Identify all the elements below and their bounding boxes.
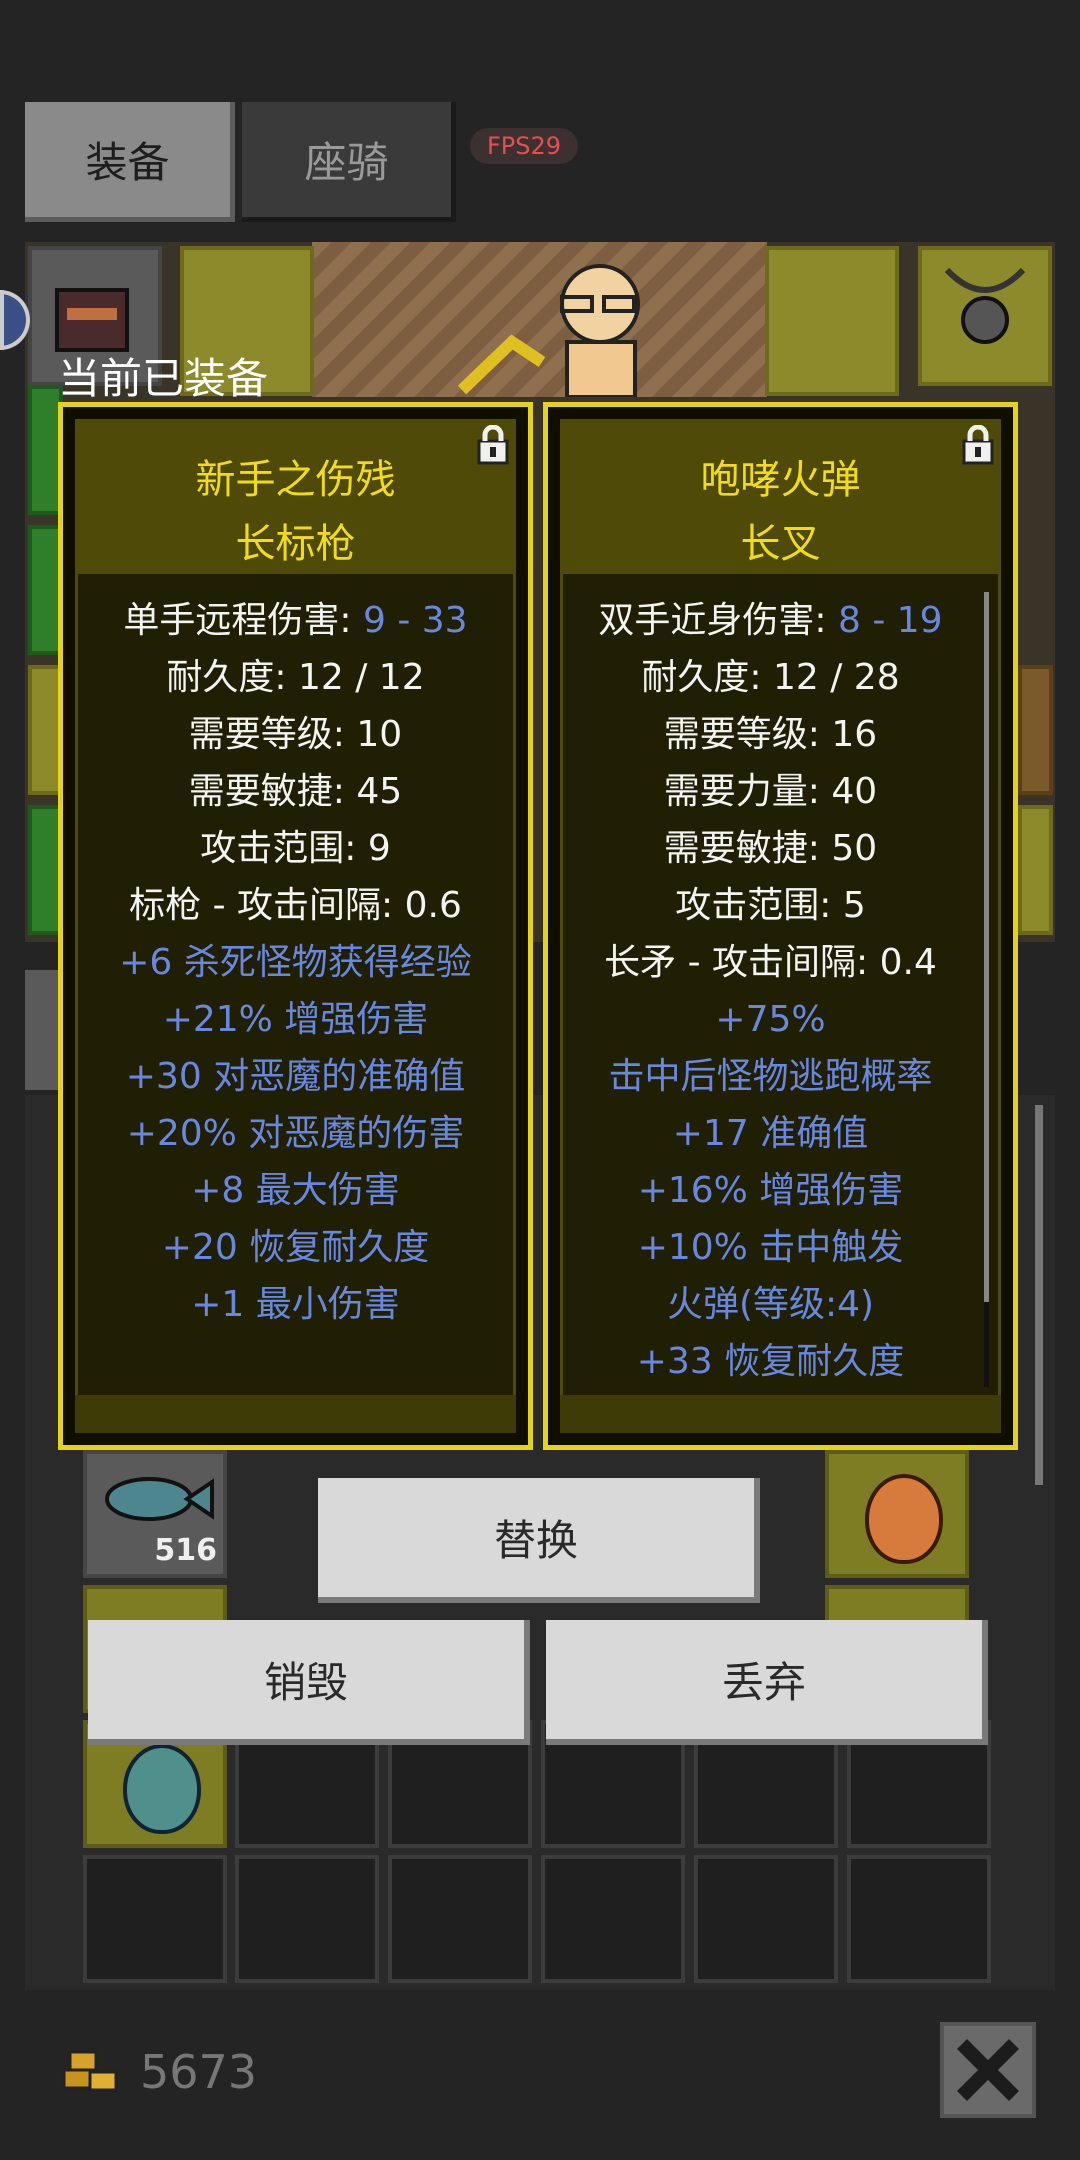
affix-line: +6 杀死怪物获得经验 [119, 942, 472, 983]
item-title-area: 咆哮火弹 长叉 [560, 419, 1001, 574]
stat-damage: 单手远程伤害: 9 - 33 [63, 592, 528, 649]
equip-slot-right-3[interactable] [1018, 665, 1053, 795]
affix-line: +20 恢复耐久度 [161, 1227, 430, 1268]
gold-coins-icon [62, 2050, 118, 2092]
close-icon [957, 2039, 1019, 2101]
affix-line: +21% 增强伤害 [162, 999, 429, 1040]
inventory-slot-empty[interactable] [235, 1855, 379, 1983]
stat-line: 标枪 - 攻击间隔: 0.6 [129, 885, 462, 926]
stat-line: 耐久度: 12 / 28 [641, 657, 900, 698]
tab-equipment[interactable]: 装备 [25, 102, 235, 222]
egg-icon [865, 1474, 943, 1564]
equip-slot-amulet[interactable] [918, 246, 1052, 386]
affix-line: +33 恢复耐久度 [636, 1341, 905, 1382]
item-stats: 双手近身伤害: 8 - 19 耐久度: 12 / 28 需要等级: 16 需要力… [548, 592, 993, 1390]
panel-footer [75, 1395, 516, 1433]
discard-button[interactable]: 丢弃 [546, 1620, 988, 1745]
fps-badge: FPS29 [470, 128, 578, 164]
inventory-side-tab[interactable] [25, 970, 60, 1090]
tab-mount[interactable]: 座骑 [242, 102, 456, 222]
close-button[interactable] [940, 2022, 1036, 2118]
stat-line: 耐久度: 12 / 12 [166, 657, 425, 698]
stat-damage-value: 8 - 19 [837, 600, 943, 641]
inventory-scrollbar[interactable] [1035, 1105, 1043, 1485]
inventory-slot-empty[interactable] [83, 1855, 227, 1983]
affix-line: +30 对恶魔的准确值 [125, 1056, 466, 1097]
item-name-line1: 新手之伤残 [195, 457, 396, 503]
stat-line: 攻击范围: 5 [675, 885, 866, 926]
inventory-slot-egg-1[interactable] [825, 1450, 969, 1578]
stats-scrollbar[interactable] [984, 592, 989, 1387]
equip-slot-offhand[interactable] [765, 246, 899, 396]
stat-line: 需要等级: 16 [663, 714, 878, 755]
affix-line: +16% 增强伤害 [637, 1170, 904, 1211]
stat-line: 需要力量: 40 [663, 771, 878, 812]
stat-line: 攻击范围: 9 [200, 828, 391, 869]
destroy-button[interactable]: 销毁 [88, 1620, 530, 1745]
lock-icon[interactable] [476, 425, 510, 465]
stat-line: 需要敏捷: 50 [663, 828, 878, 869]
affix-line: +8 最大伤害 [191, 1170, 400, 1211]
item-name-line2: 长叉 [740, 521, 821, 567]
inventory-slot-fish[interactable]: 516 [83, 1450, 227, 1578]
item-name-line1: 咆哮火弹 [700, 457, 861, 503]
lock-icon[interactable] [961, 425, 995, 465]
currently-equipped-label: 当前已装备 [58, 354, 269, 403]
equip-slot-right-4[interactable] [1018, 805, 1053, 935]
item-title-area: 新手之伤残 长标枪 [75, 419, 516, 574]
fish-count: 516 [154, 1533, 217, 1568]
inventory-slot-empty[interactable] [847, 1855, 991, 1983]
inventory-slot-empty[interactable] [694, 1855, 838, 1983]
affix-line: +17 准确值 [672, 1113, 869, 1154]
stat-line: 需要等级: 10 [188, 714, 403, 755]
character-scene [312, 242, 767, 399]
affix-line: +20% 对恶魔的伤害 [126, 1113, 465, 1154]
new-item-panel: 咆哮火弹 长叉 双手近身伤害: 8 - 19 耐久度: 12 / 28 需要等级… [543, 402, 1018, 1450]
item-stats: 单手远程伤害: 9 - 33 耐久度: 12 / 12 需要等级: 10 需要敏… [63, 592, 528, 1333]
scrollbar-thumb[interactable] [984, 592, 989, 1302]
affix-line: 火弹(等级:4) [666, 1284, 875, 1325]
affix-line: 击中后怪物逃跑概率 [608, 1056, 933, 1097]
panel-footer [560, 1395, 1001, 1433]
character-sprite-icon [457, 264, 640, 399]
egg-icon [123, 1744, 201, 1834]
equipped-item-panel: 新手之伤残 长标枪 单手远程伤害: 9 - 33 耐久度: 12 / 12 需要… [58, 402, 533, 1450]
affix-line: +1 最小伤害 [191, 1284, 400, 1325]
inventory-slot-empty[interactable] [388, 1855, 532, 1983]
amulet-icon [944, 267, 1026, 344]
affix-line: +75% [715, 999, 826, 1040]
stat-damage-label: 单手远程伤害: [123, 600, 363, 641]
gold-amount: 5673 [140, 2045, 258, 2099]
stat-damage: 双手近身伤害: 8 - 19 [548, 592, 993, 649]
replace-button[interactable]: 替换 [318, 1478, 760, 1603]
stat-damage-value: 9 - 33 [362, 600, 468, 641]
affix-line: +10% 击中触发 [637, 1227, 904, 1268]
inventory-slot-empty[interactable] [541, 1855, 685, 1983]
item-name-line2: 长标枪 [235, 521, 356, 567]
stat-damage-label: 双手近身伤害: [598, 600, 838, 641]
stat-line: 长矛 - 攻击间隔: 0.4 [604, 942, 937, 983]
stat-line: 需要敏捷: 45 [188, 771, 403, 812]
